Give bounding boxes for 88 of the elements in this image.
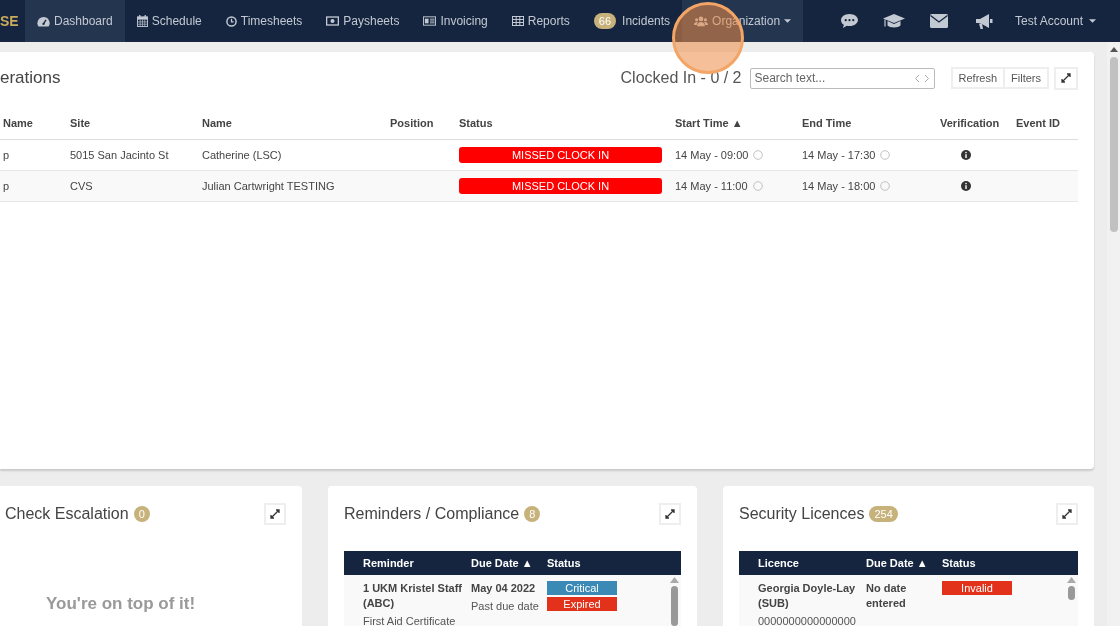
table-cell: 14 May - 17:30 <box>802 149 876 161</box>
status-badge: Expired <box>547 597 617 611</box>
column-header[interactable]: Status <box>547 557 581 569</box>
scrollbar[interactable] <box>1067 577 1076 600</box>
due-date: May 04 2022 <box>471 581 537 596</box>
scroll-thumb[interactable] <box>1109 57 1118 232</box>
calendar-icon <box>136 15 148 27</box>
graduation-cap-icon <box>883 12 906 30</box>
nav-tab[interactable]: Timesheets <box>213 0 315 42</box>
status-circle-icon <box>752 181 763 191</box>
item-detail: 0000000000000000 <box>758 614 857 626</box>
envelope-icon <box>930 14 949 28</box>
column-header[interactable]: Event ID <box>1016 117 1078 140</box>
column-header[interactable]: Name <box>202 117 390 140</box>
expand-button[interactable] <box>1054 66 1078 90</box>
nav-tab[interactable]: Reports <box>499 0 582 42</box>
column-header[interactable]: Start Time ▲ <box>675 117 802 140</box>
count-badge: 66 <box>593 13 617 29</box>
column-header[interactable]: Name <box>0 117 70 140</box>
bullhorn-icon <box>975 12 994 30</box>
chevron-left-icon <box>913 73 920 83</box>
nav-tab[interactable]: Paysheets <box>314 0 412 42</box>
table-cell: 14 May - 18:00 <box>802 180 876 192</box>
caret-icon <box>784 19 792 23</box>
status-badge: Invalid <box>942 581 1012 595</box>
status-badge: Critical <box>547 581 617 595</box>
info-icon <box>961 150 971 160</box>
item-detail: First Aid Certificate <box>363 614 457 626</box>
panel-title: erations <box>0 68 62 88</box>
column-header[interactable]: Due Date ▲ <box>866 557 942 569</box>
expand-button[interactable] <box>264 502 286 525</box>
chevron-right-icon <box>923 73 930 83</box>
card-title: Reminders / Compliance <box>344 504 520 523</box>
table-cell: Julian Cartwright TESTING <box>202 171 390 202</box>
expand-button[interactable] <box>1056 502 1078 525</box>
status-circle-icon <box>880 181 891 191</box>
info-icon <box>961 181 971 191</box>
account-menu[interactable]: Test Account <box>1006 0 1120 42</box>
nav-tab[interactable]: Invoicing <box>411 0 500 42</box>
column-header[interactable]: End Time <box>802 117 940 140</box>
column-header[interactable]: Site <box>70 117 202 140</box>
scroll-thumb[interactable] <box>1068 586 1075 600</box>
count-badge: 0 <box>133 505 150 522</box>
expand-button[interactable] <box>659 502 681 525</box>
column-header[interactable]: Status <box>942 557 976 569</box>
users-icon <box>694 15 709 27</box>
table-icon <box>511 16 524 26</box>
table-cell: p <box>0 171 70 202</box>
column-header[interactable]: Status <box>459 117 675 140</box>
column-header[interactable]: Verification <box>940 117 1016 140</box>
card-title: Check Escalation <box>5 504 129 523</box>
due-note: Past due date <box>471 599 540 614</box>
status-badge: MISSED CLOCK IN <box>459 147 662 163</box>
scrollbar[interactable] <box>670 577 679 626</box>
id-card-icon <box>423 16 437 26</box>
brand-logo[interactable]: SE <box>0 0 25 42</box>
nav-tab[interactable]: 66 Incidents <box>581 0 683 42</box>
search-field[interactable]: Search text... <box>749 67 935 89</box>
expand-icon <box>1061 73 1071 83</box>
scroll-thumb[interactable] <box>671 586 678 626</box>
table-cell: 14 May - 11:00 <box>675 180 748 192</box>
expand-icon <box>1062 508 1072 519</box>
column-header[interactable]: Reminder <box>363 557 471 569</box>
scroll-up-icon[interactable] <box>1109 47 1118 52</box>
item-title: Georgia Doyle-Lay (SUB) <box>758 581 857 611</box>
nav-tab[interactable]: Schedule <box>124 0 214 42</box>
expand-icon <box>665 508 675 519</box>
gauge-icon <box>37 15 50 27</box>
status-circle-icon <box>880 150 891 160</box>
nav-tab[interactable]: Dashboard <box>25 0 125 42</box>
card-title: Security Licences <box>739 504 865 523</box>
item-title: 1 UKM Kristel Staff (ABC) <box>363 581 464 611</box>
count-badge: 254 <box>869 505 898 522</box>
column-header[interactable]: Licence <box>758 557 866 569</box>
table-cell: CVS <box>70 171 202 202</box>
status-circle-icon <box>753 150 764 160</box>
count-badge: 8 <box>524 505 541 522</box>
caret-icon <box>1089 19 1096 23</box>
column-header[interactable]: Position <box>390 117 459 140</box>
column-header[interactable]: Due Date ▲ <box>471 557 547 569</box>
empty-message: You're on top of it! <box>46 594 197 614</box>
status-badge: MISSED CLOCK IN <box>459 178 662 194</box>
chat-icon <box>839 13 859 29</box>
expand-icon <box>270 508 280 519</box>
due-date: No date entered <box>866 581 908 611</box>
table-cell: 14 May - 09:00 <box>675 149 749 161</box>
banknote-icon <box>326 16 340 26</box>
clock-icon <box>225 15 237 27</box>
